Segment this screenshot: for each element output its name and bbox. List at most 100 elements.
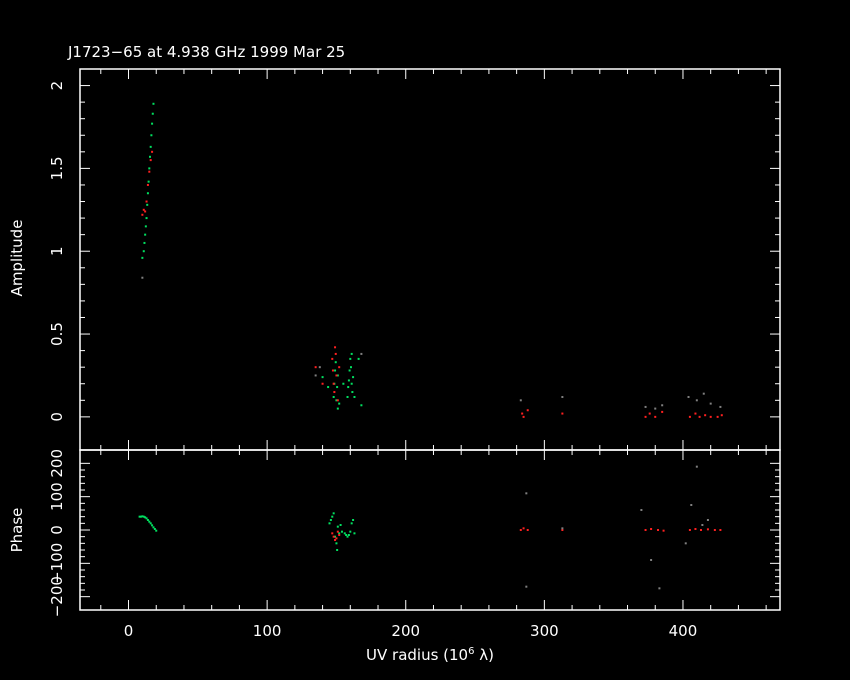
data-point (687, 395, 690, 398)
data-point (335, 374, 338, 377)
data-point (146, 192, 149, 195)
data-point (145, 217, 148, 220)
data-point (347, 379, 350, 382)
data-point (331, 369, 334, 372)
data-point (314, 366, 317, 369)
data-point (706, 519, 709, 521)
data-point (151, 150, 154, 153)
data-point (701, 524, 704, 526)
data-point (709, 415, 712, 418)
data-point (321, 376, 324, 379)
data-point (519, 399, 522, 402)
data-point (314, 374, 317, 377)
data-point (657, 529, 660, 531)
data-point (334, 369, 337, 372)
data-point (360, 352, 363, 355)
x-axis-label-main: UV radius (10 (366, 646, 468, 664)
amplitude-frame (79, 68, 781, 451)
data-point (335, 542, 338, 545)
data-point (650, 528, 653, 530)
data-point (155, 529, 158, 532)
data-point (334, 361, 337, 364)
data-point (336, 407, 339, 410)
data-point (716, 415, 719, 418)
phase-frame (79, 449, 781, 611)
data-point (519, 529, 522, 531)
data-point (694, 412, 697, 415)
data-point (321, 382, 324, 385)
data-point (658, 587, 661, 590)
data-point (149, 159, 152, 162)
phase-panel: −200−1000100200 Phase (8, 449, 781, 617)
data-point (525, 492, 528, 495)
data-point (336, 549, 339, 551)
data-point (332, 395, 335, 398)
data-point (335, 537, 338, 540)
data-point (152, 102, 155, 105)
data-point (331, 357, 334, 360)
data-point (334, 346, 337, 349)
data-point (713, 529, 716, 531)
data-point (146, 203, 149, 206)
data-point (353, 395, 356, 398)
data-point (329, 519, 332, 521)
amplitude-points (141, 102, 723, 418)
data-point (347, 534, 350, 536)
y-tick-label: 1.5 (48, 156, 66, 180)
data-point (336, 530, 339, 533)
data-point (521, 412, 524, 415)
phase-y-ticks: −200−1000100200 (48, 449, 780, 617)
amplitude-panel: 0 0.5 1 1.5 2 Amplitude (8, 68, 781, 451)
y-tick-label: 1 (48, 246, 66, 256)
data-point (709, 402, 712, 405)
data-point (702, 392, 705, 395)
data-point (349, 530, 352, 533)
x-axis-label: UV radius (106 λ) (366, 646, 494, 664)
data-point (150, 134, 153, 137)
data-point (695, 465, 698, 468)
data-point (336, 399, 339, 402)
x-axis-label-unit: λ) (474, 646, 494, 664)
data-point (360, 404, 363, 407)
y-tick-label: −100 (48, 543, 66, 584)
x-tick-label: 200 (391, 622, 420, 640)
data-point (350, 352, 353, 355)
amplitude-y-ticks: 0 0.5 1 1.5 2 (48, 81, 780, 422)
x-tick-label: 100 (253, 622, 282, 640)
data-point (332, 535, 335, 538)
y-tick-label: 2 (48, 81, 66, 91)
data-point (526, 529, 529, 531)
data-point (522, 415, 525, 418)
data-point (525, 585, 528, 588)
x-tick-label: 400 (669, 622, 698, 640)
x-tick-label: 300 (530, 622, 559, 640)
amplitude-phase-plot: J1723−65 at 4.938 GHz 1999 Mar 25 0 0.5 1 1… (8, 43, 781, 664)
data-point (349, 357, 352, 360)
data-point (141, 276, 144, 279)
data-point (151, 524, 154, 527)
data-point (145, 200, 148, 203)
data-point (331, 532, 334, 535)
data-point (348, 369, 351, 372)
data-point (347, 386, 350, 389)
data-point (644, 415, 647, 418)
data-point (339, 524, 342, 526)
data-point (338, 534, 341, 536)
data-point (141, 213, 144, 216)
data-point (346, 395, 349, 398)
data-point (526, 409, 529, 412)
data-point (338, 366, 341, 369)
data-point (357, 357, 360, 360)
data-point (706, 528, 709, 531)
data-point (148, 167, 151, 170)
data-point (151, 122, 154, 125)
chart-title: J1723−65 at 4.938 GHz 1999 Mar 25 (67, 43, 345, 61)
data-point (332, 512, 335, 515)
x-axis-ticks: 0 100 200 300 400 (100, 69, 767, 640)
data-point (688, 415, 691, 418)
data-point (146, 183, 149, 186)
data-point (695, 399, 698, 402)
data-point (331, 515, 334, 518)
data-point (340, 530, 343, 533)
data-point (640, 509, 643, 511)
